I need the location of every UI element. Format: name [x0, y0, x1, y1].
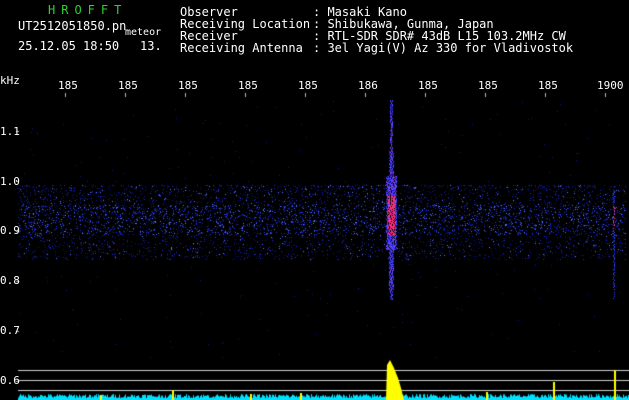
spectrogram-canvas: [0, 0, 629, 400]
x-tick-label: 185: [178, 79, 198, 92]
y-tick-label: 0.7: [0, 324, 20, 337]
field-antenna-label: Receiving Antenna: [180, 41, 303, 55]
field-antenna-value: : 3el Yagi(V) Az 330 for Vladivostok: [313, 41, 574, 55]
y-tick-label: 0.8: [0, 274, 20, 287]
app-brand: HROFFT: [48, 3, 128, 17]
y-tick-label: 1.0: [0, 175, 20, 188]
filename-label: UT2512051850.pn: [18, 19, 127, 33]
x-tick-label: 185: [478, 79, 498, 92]
y-axis-unit: kHz: [0, 74, 20, 87]
x-tick-label: 185: [538, 79, 558, 92]
x-tick-label: 185: [58, 79, 78, 92]
y-tick-label: 0.9: [0, 224, 20, 237]
event-tag: meteor: [125, 27, 162, 38]
x-tick-label: 185: [118, 79, 138, 92]
x-tick-label: 186: [358, 79, 378, 92]
datetime-label: 25.12.05 18:50: [18, 39, 120, 53]
counter-label: 13.: [140, 39, 162, 53]
x-tick-label: 185: [238, 79, 258, 92]
y-tick-label: 1.1: [0, 125, 20, 138]
y-tick-label: 0.6: [0, 374, 20, 387]
x-tick-label: 185: [298, 79, 318, 92]
x-tick-label: 185: [418, 79, 438, 92]
x-tick-label: 1900: [597, 79, 624, 92]
